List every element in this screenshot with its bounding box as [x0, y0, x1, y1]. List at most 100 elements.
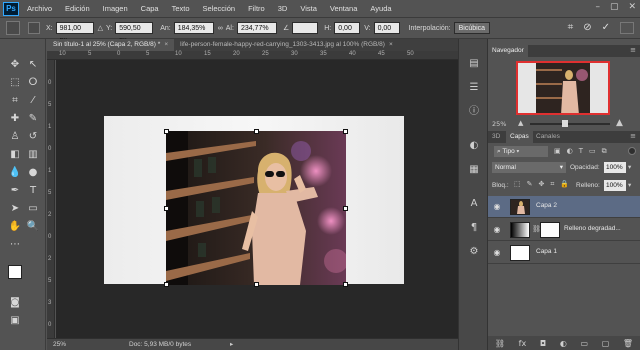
- stamp-tool-icon[interactable]: ♙: [6, 129, 24, 145]
- transform-handle-bottom[interactable]: [254, 282, 259, 287]
- tab-photo[interactable]: life-person-female-happy-red-carrying_13…: [174, 39, 399, 51]
- status-arrow-icon[interactable]: ▸: [230, 340, 233, 348]
- screen-mode-icon[interactable]: ▣: [6, 313, 24, 329]
- layer-name[interactable]: Relleno degradad...: [564, 225, 621, 232]
- healing-tool-icon[interactable]: ✚: [6, 111, 24, 127]
- lock-transparency-icon[interactable]: ⬚: [514, 180, 521, 189]
- lock-pixels-icon[interactable]: ✎: [527, 180, 533, 189]
- transform-handle-left[interactable]: [164, 206, 169, 211]
- height-field[interactable]: 234,77%: [236, 22, 277, 34]
- adjustment-layer-icon[interactable]: ◐: [560, 339, 567, 348]
- lock-artboard-icon[interactable]: ⌗: [550, 180, 554, 189]
- v-skew-field[interactable]: 0,00: [373, 22, 400, 34]
- path-select-icon[interactable]: ➤: [6, 201, 24, 217]
- fill-field[interactable]: 100%: [604, 180, 626, 191]
- close-tab-icon[interactable]: ×: [164, 41, 168, 48]
- opacity-field[interactable]: 100%: [604, 162, 626, 173]
- tool-presets-icon[interactable]: ⚙: [467, 245, 481, 259]
- artboard-tool-icon[interactable]: ↖: [24, 57, 42, 73]
- pen-tool-icon[interactable]: ✒: [6, 183, 24, 199]
- blur-tool-icon[interactable]: 💧: [6, 165, 24, 181]
- layer-row-capa-2[interactable]: ◉ Capa 2: [488, 196, 640, 218]
- cancel-transform-icon[interactable]: ⊘: [583, 22, 591, 34]
- new-group-icon[interactable]: ▭: [580, 339, 588, 348]
- menu-ventana[interactable]: Ventana: [330, 4, 358, 13]
- maximize-icon[interactable]: ▢: [610, 2, 619, 12]
- fill-dropdown-icon[interactable]: ▾: [628, 180, 631, 191]
- filter-adjust-icon[interactable]: ◐: [567, 147, 573, 156]
- new-layer-icon[interactable]: ▢: [602, 339, 610, 348]
- panel-menu-icon[interactable]: ≡: [630, 132, 636, 140]
- transform-handle-top-left[interactable]: [164, 129, 169, 134]
- transform-handle-top[interactable]: [254, 129, 259, 134]
- navigator-zoom[interactable]: 25%: [492, 120, 506, 128]
- type-tool-icon[interactable]: T: [24, 183, 42, 199]
- gradient-tool-icon[interactable]: ▥: [24, 147, 42, 163]
- tab-navigator[interactable]: Navegador: [488, 45, 528, 57]
- styles-icon[interactable]: ▦: [467, 163, 481, 177]
- menu-seleccion[interactable]: Selección: [203, 4, 236, 13]
- zoom-out-icon[interactable]: ▲: [518, 119, 523, 127]
- transform-handle-right[interactable]: [343, 206, 348, 211]
- menu-edicion[interactable]: Edición: [65, 4, 90, 13]
- reference-point-icon[interactable]: [28, 22, 40, 34]
- panel-menu-icon[interactable]: ≡: [630, 46, 636, 54]
- marquee-tool-icon[interactable]: ⬚: [6, 75, 24, 91]
- dodge-tool-icon[interactable]: ●: [24, 165, 42, 181]
- menu-archivo[interactable]: Archivo: [27, 4, 52, 13]
- zoom-tool-icon[interactable]: 🔍: [24, 219, 42, 235]
- paragraph-icon[interactable]: ¶: [467, 221, 481, 235]
- filter-smart-icon[interactable]: ⧉: [602, 147, 607, 156]
- info-icon[interactable]: ⓘ: [467, 105, 481, 119]
- link-icon[interactable]: ∞: [218, 25, 223, 32]
- y-field[interactable]: 590,50 px: [115, 22, 154, 44]
- menu-texto[interactable]: Texto: [172, 4, 190, 13]
- foreground-color-swatch[interactable]: [8, 265, 22, 279]
- filter-pixel-icon[interactable]: ▣: [554, 147, 561, 156]
- blend-mode-select[interactable]: Normal ▾: [492, 162, 566, 173]
- width-field[interactable]: 184,35%: [173, 22, 214, 34]
- layer-row-relleno-degradado[interactable]: ◉ ⛓ Relleno degradad...: [488, 219, 640, 241]
- hand-tool-icon[interactable]: ✋: [6, 219, 24, 235]
- h-skew-field[interactable]: 0,00: [334, 22, 361, 34]
- history-brush-icon[interactable]: ↺: [24, 129, 42, 145]
- quick-mask-icon[interactable]: ◙: [6, 295, 24, 311]
- transform-tool-icon[interactable]: [6, 21, 20, 35]
- menu-vista[interactable]: Vista: [300, 4, 317, 13]
- history-icon[interactable]: ▤: [467, 57, 481, 71]
- visibility-eye-icon[interactable]: ◉: [492, 225, 502, 235]
- tab-capas[interactable]: Capas: [506, 131, 533, 143]
- layer-style-icon[interactable]: fx: [519, 339, 527, 348]
- transform-handle-bottom-right[interactable]: [343, 282, 348, 287]
- layer-name[interactable]: Capa 1: [536, 248, 557, 255]
- eraser-tool-icon[interactable]: ◧: [6, 147, 24, 163]
- link-layers-icon[interactable]: ⛓: [495, 339, 505, 348]
- menu-ayuda[interactable]: Ayuda: [370, 4, 391, 13]
- brush-tool-icon[interactable]: ✎: [24, 111, 42, 127]
- opacity-dropdown-icon[interactable]: ▾: [628, 162, 631, 173]
- layer-name[interactable]: Capa 2: [536, 202, 557, 209]
- move-tool-icon[interactable]: ✥: [6, 57, 24, 73]
- layer-row-capa-1[interactable]: ◉ Capa 1: [488, 242, 640, 264]
- menu-imagen[interactable]: Imagen: [103, 4, 128, 13]
- tab-canales[interactable]: Canales: [532, 131, 564, 143]
- filter-type-icon[interactable]: T: [579, 147, 583, 156]
- transform-handle-bottom-left[interactable]: [164, 282, 169, 287]
- lasso-tool-icon[interactable]: ⵔ: [24, 75, 42, 91]
- close-window-icon[interactable]: ✕: [628, 2, 636, 12]
- tab-sin-titulo[interactable]: Sin título-1 al 25% (Capa 2, RGB/8) * ×: [47, 39, 175, 51]
- x-field[interactable]: 981,00 px: [55, 22, 94, 44]
- delete-layer-icon[interactable]: 🗑: [623, 339, 633, 348]
- navigator-view-frame[interactable]: [516, 61, 610, 115]
- eyedropper-tool-icon[interactable]: ⁄: [24, 93, 42, 109]
- filter-toggle[interactable]: [628, 147, 636, 155]
- adjustments-icon[interactable]: ◐: [467, 139, 481, 153]
- angle-field[interactable]: [292, 22, 319, 34]
- photo-layer-image[interactable]: [166, 131, 346, 285]
- zoom-slider-track[interactable]: [530, 123, 610, 125]
- filter-shape-icon[interactable]: ▭: [589, 147, 596, 156]
- visibility-eye-icon[interactable]: ◉: [492, 248, 502, 258]
- commit-transform-icon[interactable]: ✓: [602, 22, 610, 34]
- warp-icon[interactable]: ⌗: [568, 22, 574, 34]
- character-icon[interactable]: A: [467, 197, 481, 211]
